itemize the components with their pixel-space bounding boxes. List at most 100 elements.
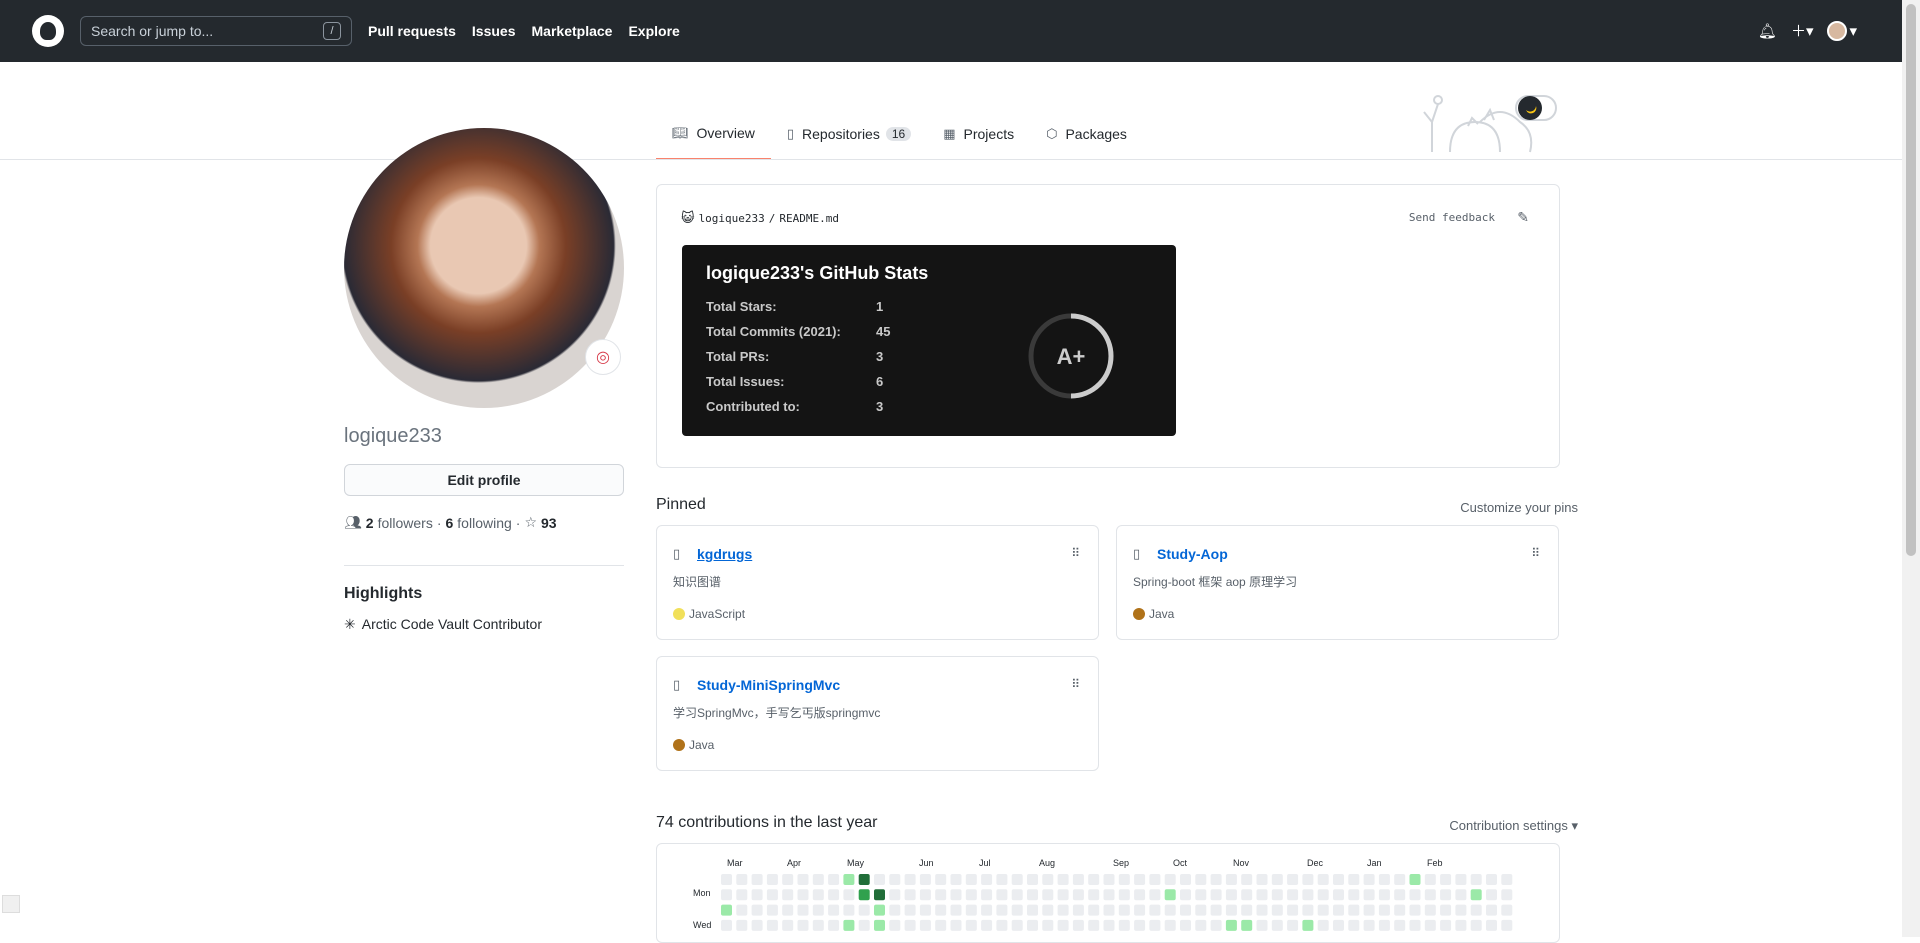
contribution-day-cell[interactable]: [1394, 889, 1406, 901]
nav-issues[interactable]: Issues: [472, 23, 516, 39]
contribution-day-cell[interactable]: [1348, 874, 1360, 885]
drag-handle-icon[interactable]: ⠿: [1531, 546, 1540, 560]
contribution-day-cell[interactable]: [766, 904, 778, 916]
contribution-day-cell[interactable]: [1455, 889, 1467, 901]
contribution-day-cell[interactable]: [1118, 889, 1130, 901]
contribution-day-cell[interactable]: [736, 889, 748, 901]
contribution-day-cell[interactable]: [1348, 919, 1360, 931]
contribution-day-cell[interactable]: [1287, 889, 1299, 901]
contribution-day-cell[interactable]: [1011, 919, 1023, 931]
contribution-day-cell[interactable]: [996, 874, 1008, 885]
contribution-day-cell[interactable]: [1072, 919, 1084, 931]
profile-avatar[interactable]: [344, 128, 624, 408]
contribution-day-cell[interactable]: [950, 874, 962, 885]
contribution-day-cell[interactable]: [919, 919, 931, 931]
contribution-day-cell[interactable]: [981, 919, 993, 931]
contribution-day-cell[interactable]: [965, 889, 977, 901]
contribution-day-cell[interactable]: [1103, 904, 1115, 916]
contribution-day-cell[interactable]: [1333, 919, 1344, 931]
contribution-day-cell[interactable]: [1042, 889, 1054, 901]
contribution-day-cell[interactable]: [782, 874, 794, 885]
contribution-day-cell[interactable]: [858, 904, 870, 916]
contribution-day-cell[interactable]: [1088, 904, 1100, 916]
contribution-settings-dropdown[interactable]: Contribution settings ▾: [1449, 818, 1578, 834]
contribution-day-cell[interactable]: [1011, 889, 1023, 901]
scrollbar-thumb[interactable]: [1906, 4, 1916, 556]
contribution-day-cell[interactable]: [751, 874, 763, 885]
contribution-day-cell[interactable]: [950, 919, 962, 931]
customize-pins-link[interactable]: Customize your pins: [1460, 500, 1578, 515]
contribution-day-cell[interactable]: [1164, 919, 1176, 931]
contribution-day-cell[interactable]: [1057, 919, 1069, 931]
edit-profile-button[interactable]: Edit profile: [344, 464, 624, 496]
contribution-day-cell[interactable]: [1256, 874, 1268, 885]
contribution-day-cell[interactable]: [919, 889, 931, 901]
contribution-day-cell[interactable]: [828, 874, 840, 885]
stars-count[interactable]: 93: [541, 515, 557, 531]
contribution-day-cell[interactable]: [874, 889, 885, 901]
contribution-day-cell[interactable]: [1195, 904, 1207, 916]
contribution-day-cell[interactable]: [858, 889, 870, 901]
contribution-day-cell[interactable]: [766, 874, 778, 885]
contribution-day-cell[interactable]: [965, 874, 977, 885]
contribution-day-cell[interactable]: [1470, 904, 1482, 916]
contribution-day-cell[interactable]: [1164, 874, 1176, 885]
contribution-day-cell[interactable]: [1409, 919, 1421, 931]
contribution-day-cell[interactable]: [1103, 874, 1115, 885]
contribution-day-cell[interactable]: [1134, 874, 1146, 885]
contribution-day-cell[interactable]: [1088, 919, 1100, 931]
contribution-day-cell[interactable]: [797, 904, 809, 916]
repo-link[interactable]: kgdrugs: [697, 546, 752, 562]
contribution-day-cell[interactable]: [981, 904, 993, 916]
contribution-day-cell[interactable]: [1164, 904, 1176, 916]
contribution-day-cell[interactable]: [1378, 889, 1390, 901]
contribution-day-cell[interactable]: [721, 919, 732, 931]
contribution-day-cell[interactable]: [843, 889, 855, 901]
contribution-day-cell[interactable]: [1455, 919, 1467, 931]
tab-overview[interactable]: 📖︎ Overview: [656, 108, 771, 160]
contribution-day-cell[interactable]: [843, 874, 855, 885]
contribution-day-cell[interactable]: [1302, 889, 1314, 901]
contribution-day-cell[interactable]: [736, 874, 748, 885]
contribution-day-cell[interactable]: [1225, 889, 1237, 901]
contribution-day-cell[interactable]: [1134, 889, 1146, 901]
contribution-day-cell[interactable]: [1088, 889, 1100, 901]
contribution-day-cell[interactable]: [1118, 919, 1130, 931]
following-count[interactable]: 6: [446, 515, 454, 531]
contribution-day-cell[interactable]: [812, 904, 824, 916]
contribution-day-cell[interactable]: [1180, 919, 1191, 931]
contribution-day-cell[interactable]: [919, 904, 931, 916]
contribution-day-cell[interactable]: [1455, 874, 1467, 885]
tab-repositories[interactable]: ▯ Repositories 16: [771, 108, 927, 160]
contribution-day-cell[interactable]: [1271, 919, 1283, 931]
contribution-day-cell[interactable]: [1440, 919, 1452, 931]
contribution-day-cell[interactable]: [874, 904, 885, 916]
contribution-day-cell[interactable]: [935, 904, 947, 916]
contribution-day-cell[interactable]: [1042, 874, 1054, 885]
contribution-day-cell[interactable]: [782, 904, 794, 916]
contribution-day-cell[interactable]: [1180, 874, 1191, 885]
contribution-day-cell[interactable]: [950, 904, 962, 916]
contribution-day-cell[interactable]: [1486, 919, 1497, 931]
contribution-day-cell[interactable]: [858, 919, 870, 931]
contribution-day-cell[interactable]: [1455, 904, 1467, 916]
contribution-day-cell[interactable]: [1271, 874, 1283, 885]
contribution-day-cell[interactable]: [1241, 919, 1253, 931]
contribution-day-cell[interactable]: [1103, 889, 1115, 901]
corner-widget[interactable]: [2, 895, 20, 913]
contribution-day-cell[interactable]: [1149, 904, 1161, 916]
drag-handle-icon[interactable]: ⠿: [1071, 546, 1080, 560]
contribution-day-cell[interactable]: [1027, 904, 1038, 916]
highlight-label[interactable]: Arctic Code Vault Contributor: [362, 616, 542, 633]
status-emoji-icon[interactable]: ◎: [585, 339, 621, 375]
pencil-icon[interactable]: ✎: [1517, 209, 1529, 226]
contribution-day-cell[interactable]: [782, 919, 794, 931]
contribution-day-cell[interactable]: [1424, 874, 1436, 885]
repo-link[interactable]: Study-MiniSpringMvc: [697, 677, 840, 693]
contribution-day-cell[interactable]: [1195, 874, 1207, 885]
nav-marketplace[interactable]: Marketplace: [532, 23, 613, 39]
contribution-day-cell[interactable]: [996, 889, 1008, 901]
bell-icon[interactable]: 🔔︎: [1758, 22, 1777, 40]
contribution-day-cell[interactable]: [1256, 919, 1268, 931]
contribution-day-cell[interactable]: [1149, 889, 1161, 901]
